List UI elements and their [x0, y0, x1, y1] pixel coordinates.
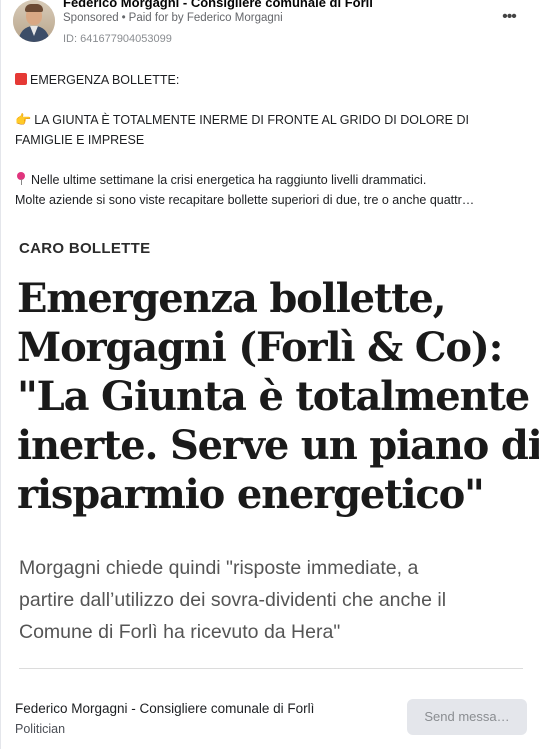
meta-separator: •: [121, 12, 126, 24]
subhead-line: partire dall’utilizzo dei sovra-divident…: [19, 589, 447, 611]
creative-kicker: CARO BOLLETTE: [19, 240, 151, 257]
post-line: FAMIGLIE E IMPRESE: [15, 133, 145, 147]
sponsored-label: Sponsored: [63, 12, 119, 24]
post-line: EMERGENZA BOLLETTE:: [15, 70, 530, 90]
post-text: EMERGENZA BOLLETTE: 👉 LA GIUNTA È TOTALME…: [15, 70, 530, 210]
post-footer: Federico Morgagni - Consigliere comunale…: [1, 690, 539, 749]
post-line: 👉 LA GIUNTA È TOTALMENTE INERME DI FRONTE…: [15, 110, 530, 130]
post-line-truncated[interactable]: Molte aziende si sono viste recapitare b…: [15, 190, 530, 210]
pushpin-icon: [15, 172, 27, 186]
post-header: Federico Morgagni - Consigliere comunale…: [1, 0, 539, 60]
page-avatar[interactable]: [13, 0, 55, 42]
subhead-line: Morgagni chiede quindi "risposte immedia…: [19, 557, 419, 579]
headline-line: Morgagni (Forlì & Co):: [17, 324, 503, 371]
red-square-icon: [15, 73, 27, 85]
creative-divider: [19, 668, 523, 669]
ad-creative-image[interactable]: CARO BOLLETTE Emergenza bollette, Morgag…: [1, 226, 539, 688]
page-name-link[interactable]: Federico Morgagni - Consigliere comunale…: [63, 0, 373, 10]
sponsored-post-card: Federico Morgagni - Consigliere comunale…: [0, 0, 539, 749]
pointing-hand-icon: 👉: [15, 112, 32, 127]
headline-line: Emergenza bollette,: [17, 275, 447, 322]
headline-line: inerte. Serve un piano di: [17, 422, 539, 469]
headline-line: "La Giunta è totalmente: [17, 373, 530, 420]
ad-id: ID: 641677904053099: [63, 33, 172, 45]
subhead-line: Comune di Forlì ha ricevuto da Hera": [19, 621, 341, 643]
creative-headline: Emergenza bollette, Morgagni (Forlì & Co…: [17, 274, 539, 519]
headline-line: risparmio energetico": [17, 471, 485, 518]
sponsored-line: Sponsored • Paid for by Federico Morgagni: [63, 12, 283, 24]
footer-category: Politician: [15, 722, 66, 736]
paid-for-label: Paid for by Federico Morgagni: [128, 12, 283, 24]
footer-page-name[interactable]: Federico Morgagni - Consigliere comunale…: [15, 701, 314, 716]
post-line: Nelle ultime settimane la crisi energeti…: [15, 170, 530, 190]
creative-subhead: Morgagni chiede quindi "risposte immedia…: [19, 552, 524, 648]
send-message-button[interactable]: Send messa…: [407, 699, 527, 735]
more-options-button[interactable]: •••: [497, 8, 521, 28]
